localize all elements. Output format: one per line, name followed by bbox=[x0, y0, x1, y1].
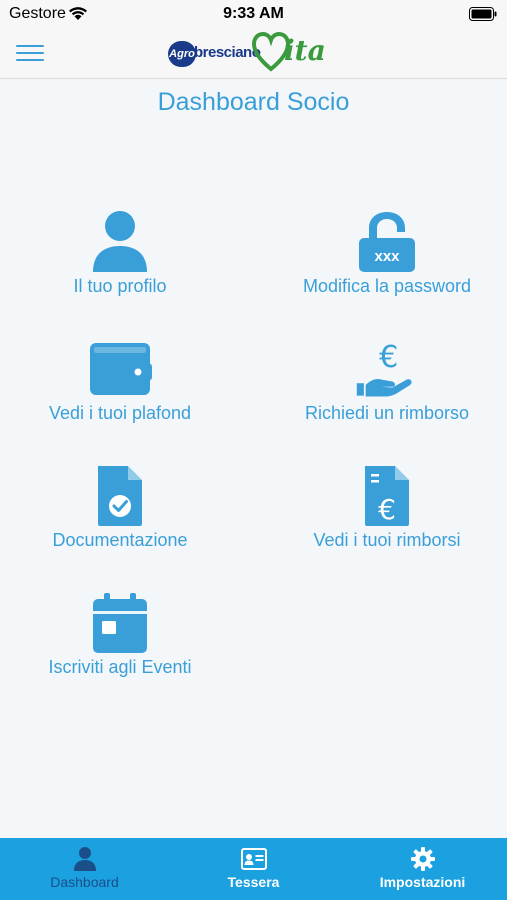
tile-label: Il tuo profilo bbox=[73, 276, 167, 296]
lock-icon: xxx bbox=[359, 212, 415, 272]
change-password-tile[interactable]: xxx Modifica la password bbox=[267, 210, 507, 310]
id-card-icon bbox=[240, 848, 267, 870]
wallet-icon bbox=[90, 343, 152, 395]
tile-label: Richiedi un rimborso bbox=[304, 403, 470, 423]
status-bar: Gestore 9:33 AM bbox=[0, 0, 507, 30]
user-icon bbox=[73, 847, 96, 871]
profile-tile[interactable]: Il tuo profilo bbox=[0, 210, 240, 310]
euro-hand-icon: € bbox=[356, 340, 412, 397]
hamburger-line bbox=[16, 52, 44, 54]
tab-label: Impostazioni bbox=[379, 874, 466, 890]
hamburger-line bbox=[16, 59, 44, 61]
gear-icon bbox=[410, 847, 435, 871]
page-title: Dashboard Socio bbox=[157, 88, 350, 116]
plafond-tile[interactable]: Vedi i tuoi plafond bbox=[0, 337, 240, 437]
tab-impostazioni[interactable]: Impostazioni bbox=[338, 838, 507, 900]
menu-button[interactable] bbox=[14, 40, 46, 66]
tab-dashboard[interactable]: Dashboard bbox=[0, 838, 169, 900]
logo-agro: Agro bbox=[168, 41, 196, 67]
tile-label: Documentazione bbox=[52, 530, 188, 550]
tab-tessera[interactable]: Tessera bbox=[169, 838, 338, 900]
calendar-icon bbox=[93, 593, 147, 653]
tab-bar: Dashboard Tessera Impostazioni bbox=[0, 838, 507, 900]
logo-vita: ita bbox=[284, 34, 326, 67]
tile-label: Vedi i tuoi plafond bbox=[48, 403, 192, 423]
request-refund-tile[interactable]: € Richiedi un rimborso bbox=[267, 337, 507, 437]
navigation-bar: Agro bresciano ita bbox=[0, 30, 507, 79]
svg-text:xxx: xxx bbox=[374, 248, 400, 265]
tab-label: Dashboard bbox=[50, 874, 119, 890]
logo-bresciano: bresciano bbox=[194, 44, 261, 61]
documentation-tile[interactable]: Documentazione bbox=[0, 464, 240, 564]
tile-label: Modifica la password bbox=[302, 276, 472, 296]
clock: 9:33 AM bbox=[223, 5, 284, 22]
events-tile[interactable]: Iscriviti agli Eventi bbox=[0, 591, 240, 691]
hamburger-icon bbox=[16, 45, 44, 47]
tile-label: Vedi i tuoi rimborsi bbox=[313, 530, 461, 550]
view-refunds-tile[interactable]: € Vedi i tuoi rimborsi bbox=[267, 464, 507, 564]
document-check-icon bbox=[98, 466, 142, 526]
user-icon bbox=[93, 211, 147, 272]
battery-icon bbox=[469, 7, 497, 21]
agrobresciano-vita-logo: Agro bresciano ita bbox=[168, 32, 343, 74]
tab-label: Tessera bbox=[227, 874, 280, 890]
svg-text:€: € bbox=[378, 493, 396, 526]
euro-document-icon: € bbox=[365, 466, 409, 526]
tile-label: Iscriviti agli Eventi bbox=[48, 657, 192, 677]
svg-text:€: € bbox=[379, 340, 398, 375]
